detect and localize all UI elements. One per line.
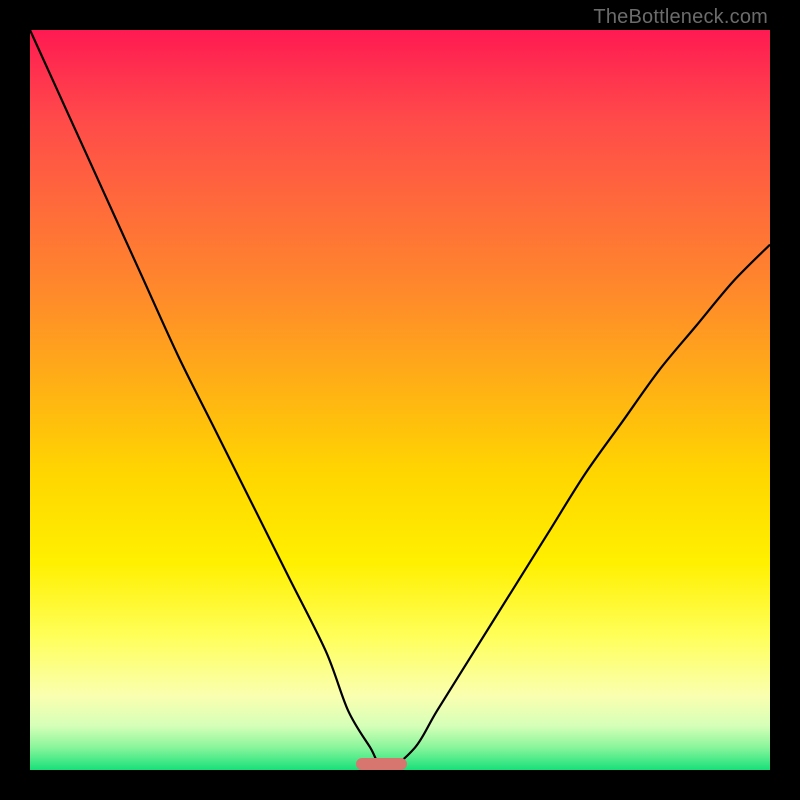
watermark-text: TheBottleneck.com [593,6,768,29]
optimal-range-marker [356,758,408,770]
plot-area [30,30,770,770]
bottleneck-curve [30,30,770,770]
curve-path [30,30,770,770]
chart-frame: TheBottleneck.com [0,0,800,800]
